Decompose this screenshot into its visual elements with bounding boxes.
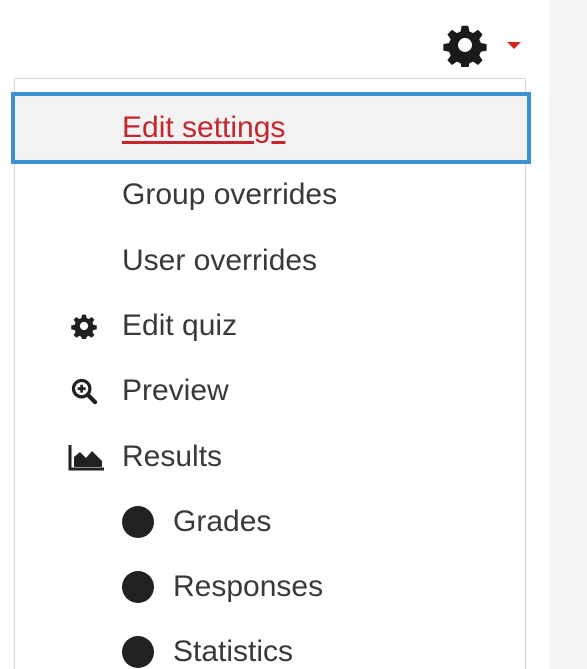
caret-down-icon [507, 41, 521, 49]
bullet-icon [122, 506, 154, 538]
menu-item-edit-settings[interactable]: Edit settings [11, 92, 531, 164]
bullet-icon [122, 571, 154, 603]
menu-item-grades[interactable]: Grades [15, 490, 525, 554]
menu-item-label: Group overrides [122, 178, 338, 211]
gear-icon [443, 25, 487, 67]
menu-item-statistics[interactable]: Statistics [15, 620, 525, 669]
menu-item-responses[interactable]: Responses [15, 555, 525, 619]
menu-item-results[interactable]: Results [15, 425, 525, 489]
menu-item-label: Preview [122, 374, 229, 407]
zoom-in-icon [67, 374, 101, 408]
menu-item-label: User overrides [122, 244, 318, 277]
menu-item-edit-quiz[interactable]: Edit quiz [15, 294, 525, 358]
area-chart-icon [67, 440, 107, 474]
actions-dropdown-menu: Edit settings Group overrides User overr… [11, 78, 531, 669]
actions-menu-toggle[interactable] [443, 22, 533, 68]
bullet-icon [122, 636, 154, 668]
menu-item-label: Statistics [173, 635, 294, 668]
page: Edit settings Group overrides User overr… [0, 0, 587, 669]
menu-item-preview[interactable]: Preview [15, 359, 525, 423]
menu-item-label: Grades [173, 505, 272, 538]
menu-item-user-overrides[interactable]: User overrides [15, 229, 525, 293]
menu-item-label: Edit quiz [122, 309, 238, 342]
menu-item-group-overrides[interactable]: Group overrides [15, 163, 525, 227]
main-content-edge [549, 0, 587, 669]
menu-item-label: Edit settings [122, 111, 286, 144]
gear-icon [67, 309, 101, 343]
menu-item-label: Results [122, 440, 223, 473]
menu-item-label: Responses [173, 570, 324, 603]
